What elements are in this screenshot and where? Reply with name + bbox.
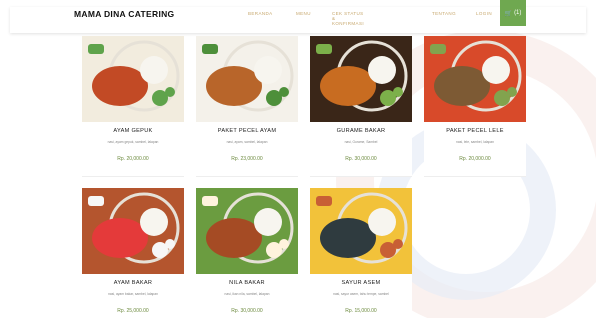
food-image[interactable] — [424, 36, 526, 122]
food-description: nasi, Gurame, Sambel — [344, 140, 378, 144]
card-divider — [424, 176, 526, 177]
card-divider — [82, 176, 184, 177]
menu-card[interactable]: PAKET PECEL AYAM nasi, ayam, sambel, lala… — [196, 36, 298, 177]
food-description: nasi, sayur asem, tahu tempe, sambel — [333, 292, 389, 296]
nav-item-status[interactable]: CEK STATUS & KONFIRMASI — [332, 11, 364, 26]
food-image[interactable] — [310, 36, 412, 122]
food-title[interactable]: PAKET PECEL LELE — [424, 128, 526, 134]
food-title[interactable]: AYAM GEPUK — [82, 128, 184, 134]
food-title[interactable]: SAYUR ASEM — [310, 280, 412, 286]
food-price: Rp. 20,000.00 — [459, 156, 491, 162]
food-description: nasi, ayam bakar, sambel, lalapan — [108, 292, 158, 296]
food-price: Rp. 30,000.00 — [231, 308, 263, 314]
food-image[interactable] — [310, 188, 412, 274]
food-image[interactable] — [82, 36, 184, 122]
menu-card[interactable]: GURAME BAKAR nasi, Gurame, Sambel Rp. 30,0… — [310, 36, 412, 177]
nav-item-login[interactable]: LOGIN — [476, 11, 492, 16]
cart-count: (1) — [514, 10, 522, 16]
food-price: Rp. 30,000.00 — [345, 156, 377, 162]
menu-card[interactable]: PAKET PECEL LELE nasi, lele, sambel, lala… — [424, 36, 526, 177]
food-price: Rp. 23,000.00 — [231, 156, 263, 162]
cart-icon: 🛒 — [504, 10, 513, 17]
food-image[interactable] — [196, 36, 298, 122]
card-divider — [310, 176, 412, 177]
menu-card[interactable]: AYAM BAKAR nasi, ayam bakar, sambel, lala… — [82, 188, 184, 318]
food-price: Rp. 20,000.00 — [117, 156, 149, 162]
food-image[interactable] — [196, 188, 298, 274]
food-price: Rp. 15,000.00 — [345, 308, 377, 314]
menu-card[interactable]: SAYUR ASEM nasi, sayur asem, tahu tempe, … — [310, 188, 412, 318]
nav-item-beranda[interactable]: BERANDA — [248, 11, 273, 16]
food-image[interactable] — [82, 188, 184, 274]
food-title[interactable]: NILA BAKAR — [196, 280, 298, 286]
cart-button[interactable]: 🛒 (1) — [500, 0, 526, 26]
card-divider — [196, 176, 298, 177]
food-title[interactable]: PAKET PECEL AYAM — [196, 128, 298, 134]
page: MAMA DINA CATERING BERANDA MENU CEK STAT… — [0, 0, 596, 318]
menu-card[interactable]: AYAM GEPUK nasi, ayam gepuk, sambel, lala… — [82, 36, 184, 177]
food-description: nasi, ayam gepuk, sambel, lalapan — [107, 140, 159, 144]
nav-item-tentang[interactable]: TENTANG — [432, 11, 456, 16]
food-price: Rp. 25,000.00 — [117, 308, 149, 314]
food-description: nasi, ikan nila, sambel, lalapan — [224, 292, 270, 296]
food-description: nasi, ayam, sambel, lalapan — [226, 140, 268, 144]
nav-item-menu[interactable]: MENU — [296, 11, 311, 16]
food-title[interactable]: AYAM BAKAR — [82, 280, 184, 286]
brand-logo[interactable]: MAMA DINA CATERING — [74, 9, 174, 19]
food-description: nasi, lele, sambel, lalapan — [456, 140, 494, 144]
food-title[interactable]: GURAME BAKAR — [310, 128, 412, 134]
menu-card[interactable]: NILA BAKAR nasi, ikan nila, sambel, lalap… — [196, 188, 298, 318]
